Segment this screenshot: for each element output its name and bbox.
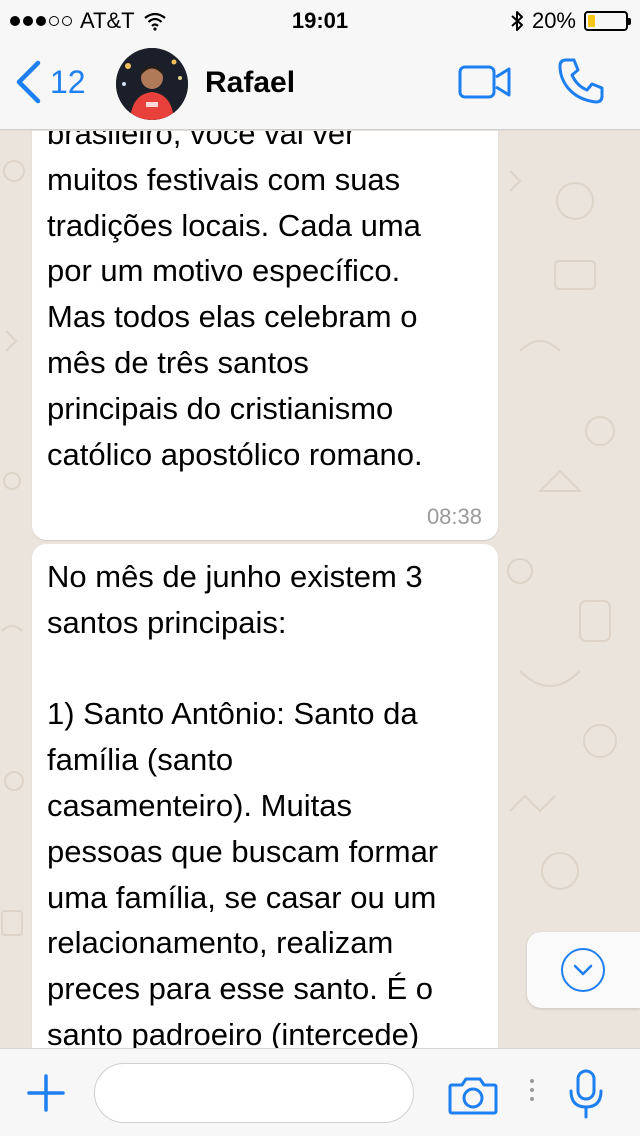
chevron-down-icon (573, 964, 593, 976)
unread-count: 12 (50, 63, 86, 100)
attach-button[interactable] (26, 1073, 66, 1118)
back-button[interactable]: 12 (14, 60, 86, 104)
more-options-icon[interactable] (530, 1079, 536, 1101)
chat-header: 12 Rafael (0, 40, 640, 130)
message-bubble[interactable]: brasileiro, você vai ver muitos festivai… (32, 131, 498, 540)
status-bar: AT&T 19:01 20% (0, 0, 640, 40)
message-text: No mês de junho existem 3 santos princip… (47, 559, 439, 1048)
battery-percent: 20% (531, 8, 576, 33)
status-right: 20% (510, 8, 631, 34)
microphone-icon (569, 1069, 603, 1119)
contact-name[interactable]: Rafael (205, 66, 295, 100)
voice-call-button[interactable] (556, 56, 606, 111)
video-call-button[interactable] (458, 62, 512, 107)
battery-icon (584, 11, 631, 31)
voice-message-button[interactable] (568, 1069, 604, 1124)
bluetooth-icon (511, 11, 523, 31)
message-timestamp: 08:38 (426, 504, 482, 529)
chat-area[interactable]: brasileiro, você vai ver muitos festivai… (0, 131, 640, 1048)
camera-button[interactable] (448, 1075, 498, 1120)
camera-icon (448, 1077, 498, 1115)
video-camera-icon (458, 65, 511, 99)
message-bubble[interactable]: No mês de junho existem 3 santos princip… (32, 544, 498, 1048)
scroll-to-bottom-button[interactable] (527, 932, 640, 1008)
avatar[interactable] (116, 48, 188, 120)
plus-icon (27, 1074, 65, 1112)
avatar-photo (116, 48, 188, 120)
scroll-circle (561, 948, 605, 992)
message-text: brasileiro, você vai ver muitos festivai… (47, 131, 423, 472)
phone-icon (558, 58, 604, 104)
message-input-bar (0, 1048, 640, 1136)
chevron-left-icon (16, 60, 41, 104)
battery-level (588, 15, 596, 27)
message-input[interactable] (94, 1063, 414, 1123)
